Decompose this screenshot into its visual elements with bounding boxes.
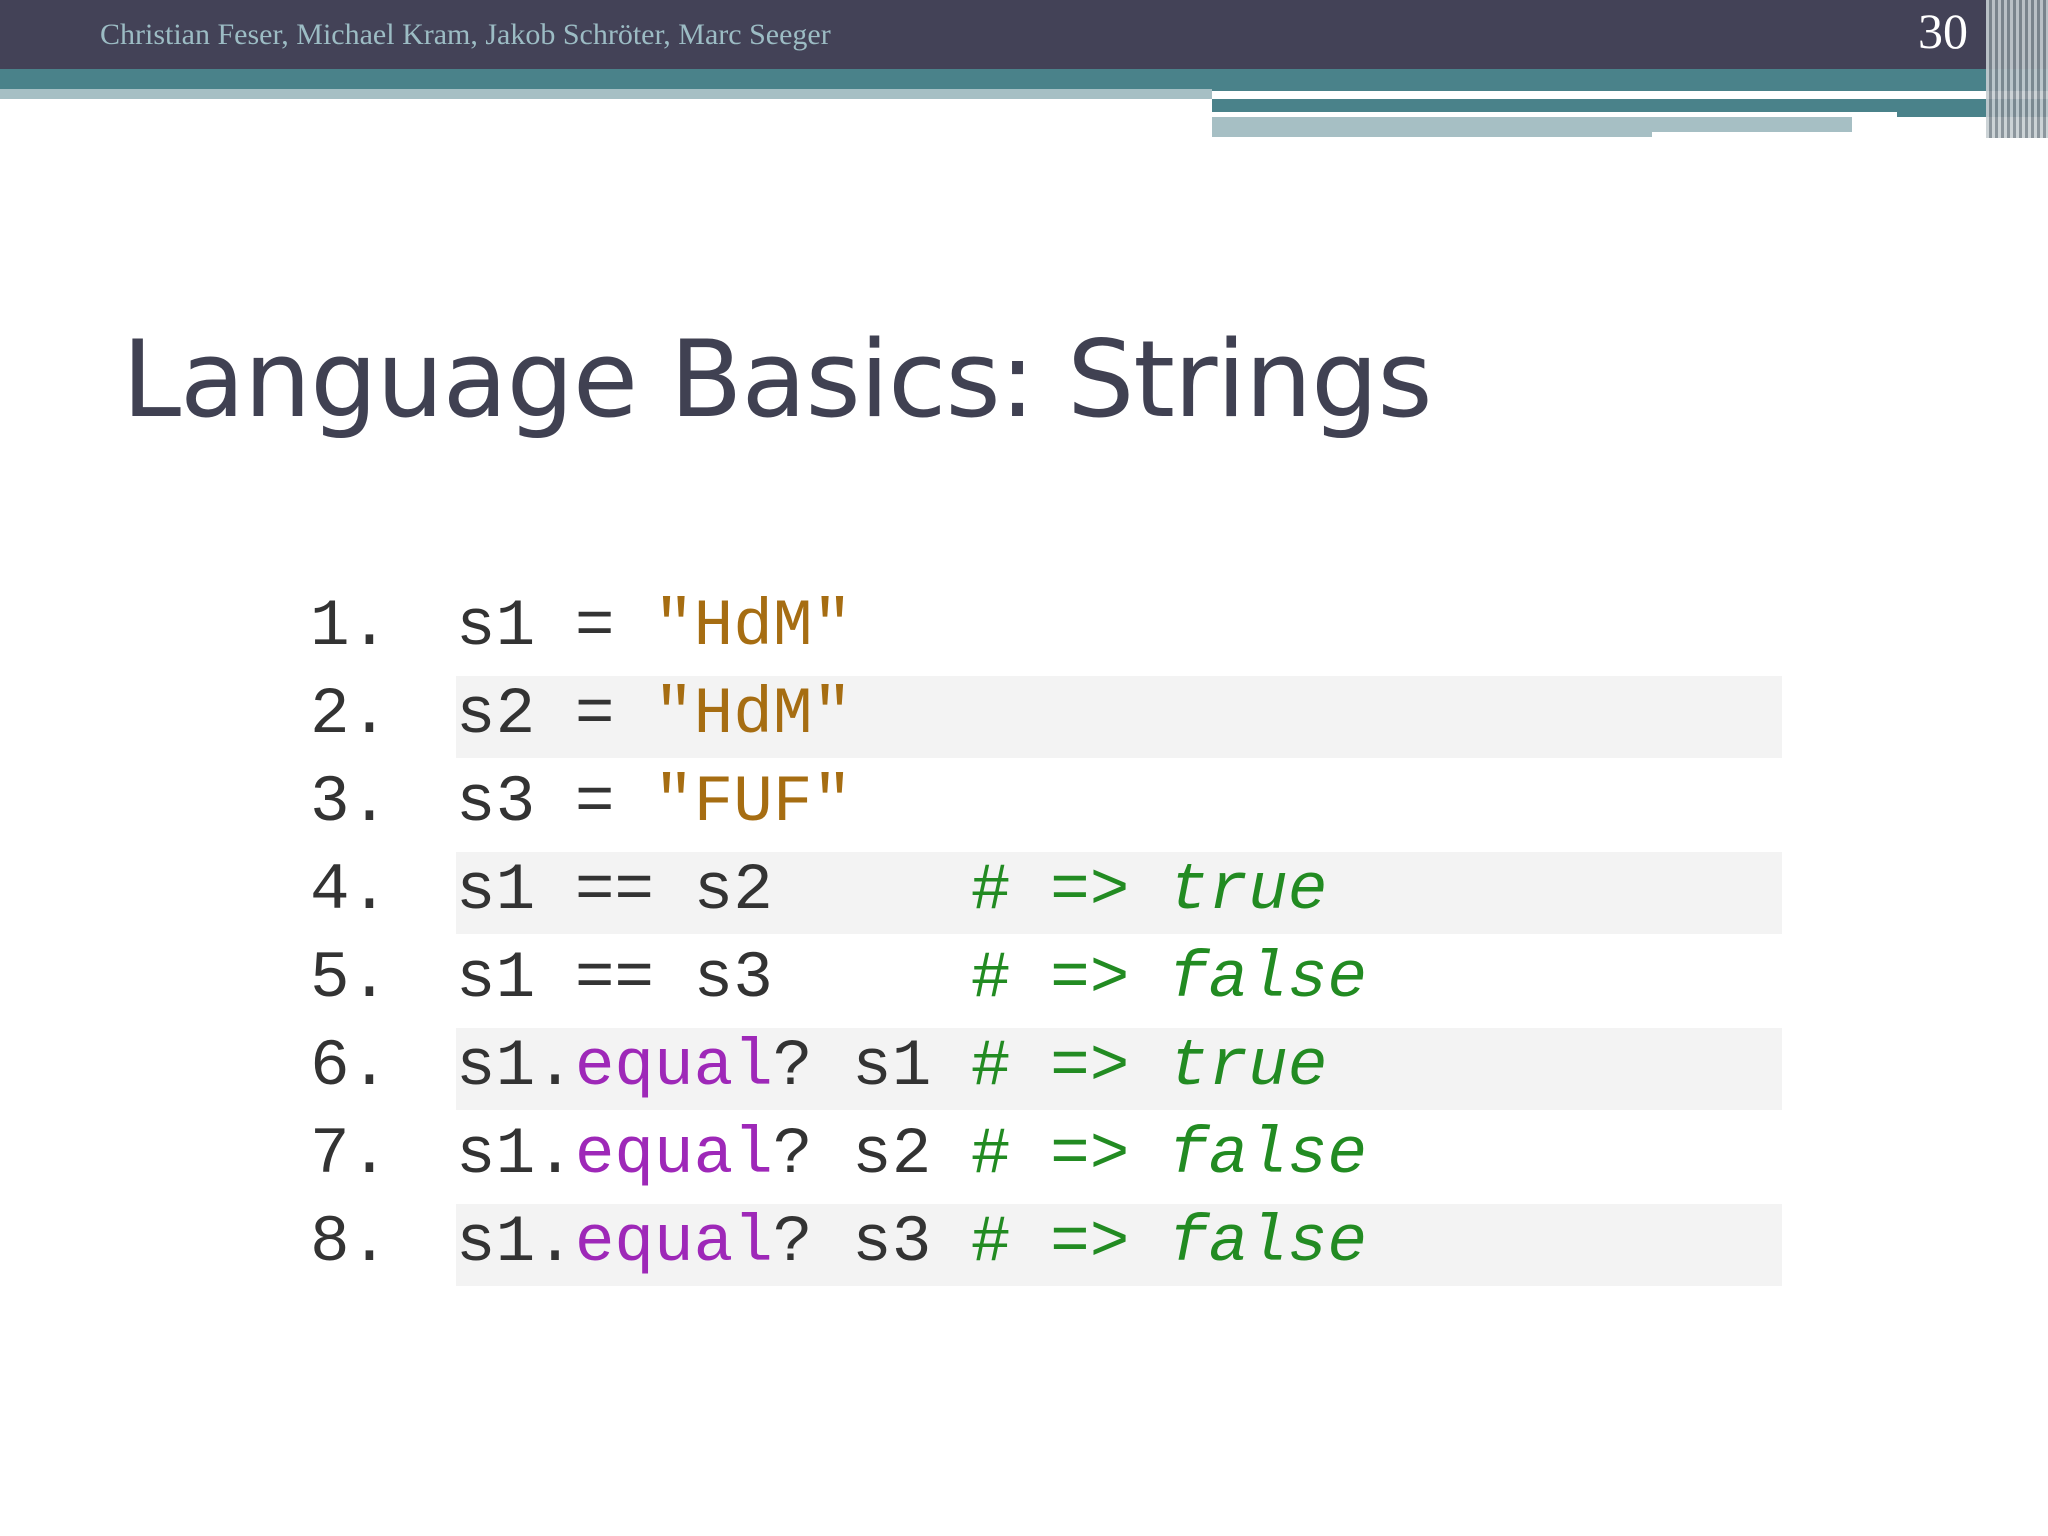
code-text: s3 = "FUF" (456, 765, 852, 840)
code-token-plain: ? s2 (772, 1116, 971, 1192)
code-line: 2. s2 = "HdM" (310, 670, 1782, 758)
code-token-plain: s1. (456, 1028, 575, 1104)
code-token-str: "HdM" (654, 676, 853, 752)
code-token-plain: s1. (456, 1116, 575, 1192)
code-token-plain: s2 = (456, 676, 655, 752)
code-text: s1 == s2 # => true (456, 853, 1327, 928)
code-token-plain: s1 == s2 (456, 852, 971, 928)
code-text: s1 = "HdM" (456, 589, 852, 664)
line-number: 2. (310, 676, 390, 752)
code-line: 1. s1 = "HdM" (310, 582, 1782, 670)
code-token-cmtkw: true (1168, 852, 1328, 928)
code-token-plain: s3 = (456, 764, 655, 840)
line-number: 7. (310, 1116, 390, 1192)
code-token-cmt: # => (970, 852, 1169, 928)
code-token-cmt: # => (970, 940, 1169, 1016)
code-token-method: equal (574, 1028, 773, 1104)
code-token-cmtkw: false (1168, 940, 1367, 1016)
line-number: 8. (310, 1204, 390, 1280)
line-number: 1. (310, 588, 390, 664)
code-token-cmtkw: false (1168, 1204, 1368, 1280)
header-edge-lines (1986, 0, 2048, 138)
code-line: 4. s1 == s2 # => true (310, 846, 1782, 934)
code-text: s1 == s3 # => false (456, 941, 1367, 1016)
code-token-str: "HdM" (654, 588, 853, 664)
code-token-cmtkw: true (1168, 1028, 1328, 1104)
code-token-plain: ? s1 (772, 1028, 971, 1104)
code-token-method: equal (574, 1204, 773, 1280)
code-token-plain: s1 == s3 (456, 940, 971, 1016)
code-token-cmt: # => (970, 1204, 1169, 1280)
header-bar: Christian Feser, Michael Kram, Jakob Sch… (0, 0, 2048, 69)
code-token-cmt: # => (970, 1028, 1169, 1104)
code-line: 5. s1 == s3 # => false (310, 934, 1782, 1022)
line-number: 5. (310, 940, 390, 1016)
code-token-cmt: # => (970, 1116, 1169, 1192)
code-line: 6. s1.equal? s1 # => true (310, 1022, 1782, 1110)
code-text: s1.equal? s1 # => true (456, 1029, 1327, 1104)
header-stripe-teal (0, 69, 2048, 91)
slide-title: Language Basics: Strings (122, 318, 1433, 441)
code-line: 7. s1.equal? s2 # => false (310, 1110, 1782, 1198)
line-number: 4. (310, 852, 390, 928)
code-token-str: "FUF" (654, 764, 853, 840)
header-stripe-white-line-lower (1652, 132, 2012, 138)
code-token-plain: s1. (456, 1204, 575, 1280)
slide-number: 30 (1918, 3, 1968, 59)
code-token-plain: ? s3 (772, 1204, 971, 1280)
code-block: 1. s1 = "HdM" 2. s2 = "HdM" 3. s3 = "FUF" 4. s1… (310, 582, 1782, 1286)
line-number: 6. (310, 1028, 390, 1104)
code-line: 3. s3 = "FUF" (310, 758, 1782, 846)
line-number: 3. (310, 764, 390, 840)
authors: Christian Feser, Michael Kram, Jakob Sch… (100, 18, 831, 51)
header-stripe-white-line (1212, 112, 1897, 117)
code-token-cmtkw: false (1168, 1116, 1368, 1192)
code-text: s1.equal? s2 # => false (456, 1117, 1367, 1192)
code-token-plain: s1 = (456, 588, 655, 664)
header-stripe-light (0, 89, 1212, 99)
code-token-method: equal (574, 1116, 773, 1192)
code-text: s1.equal? s3 # => false (456, 1205, 1367, 1280)
code-text: s2 = "HdM" (456, 677, 852, 752)
code-line: 8. s1.equal? s3 # => false (310, 1198, 1782, 1286)
